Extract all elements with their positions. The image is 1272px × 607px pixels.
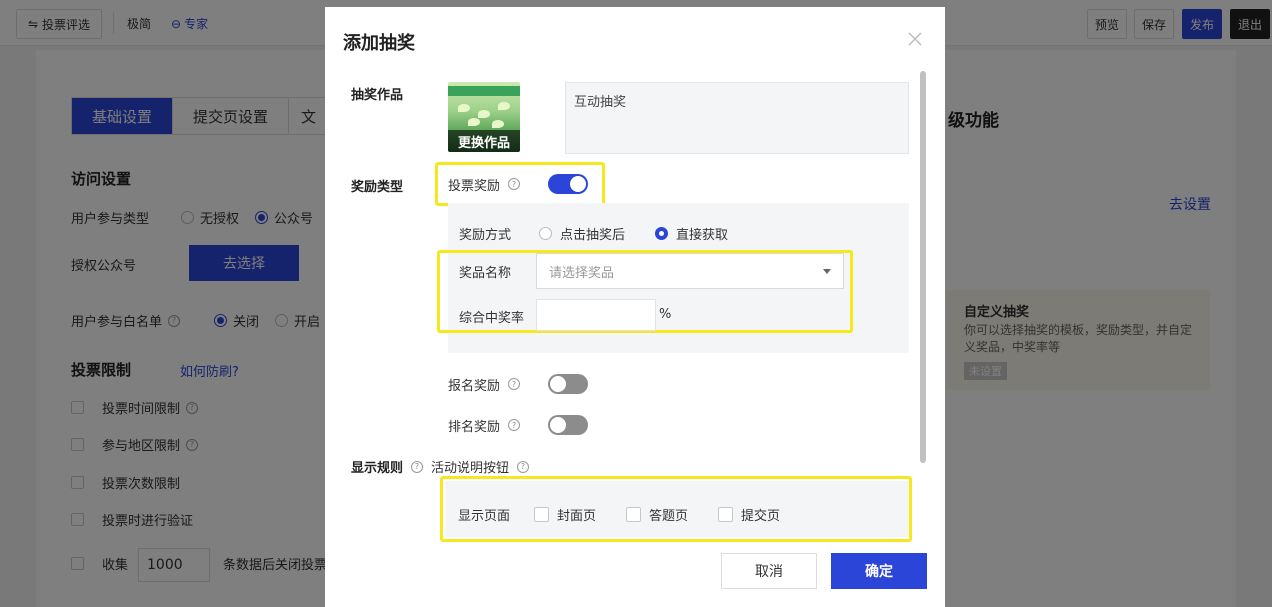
prize-name-label: 奖品名称 bbox=[459, 266, 512, 281]
cover-page-checkbox[interactable] bbox=[534, 507, 550, 522]
close-icon[interactable] bbox=[905, 29, 925, 49]
vote-reward-toggle[interactable] bbox=[548, 174, 589, 194]
rank-reward-toggle[interactable] bbox=[548, 415, 589, 435]
rank-reward-row: 排名奖励 ? bbox=[448, 415, 589, 435]
leaf-decoration bbox=[478, 110, 490, 118]
work-name-textarea[interactable]: 互动抽奖 bbox=[565, 82, 909, 154]
change-work-button[interactable]: 更换作品 bbox=[448, 130, 520, 152]
add-lottery-dialog: 添加抽奖 抽奖作品 更换作品 互动抽奖 奖励类型 投票奖励 ? 奖励方式 点击抽… bbox=[325, 7, 945, 607]
leaf-decoration bbox=[458, 104, 470, 112]
display-page-row: 显示页面 封面页 答题页 提交页 bbox=[458, 507, 781, 524]
display-rules-row: 显示规则 ? 活动说明按钮 ? bbox=[351, 457, 530, 476]
dialog-scrollbar[interactable] bbox=[920, 71, 926, 463]
help-icon: ? bbox=[411, 460, 424, 473]
leaf-decoration bbox=[492, 120, 504, 128]
win-rate-label: 综合中奖率 bbox=[459, 311, 525, 326]
cancel-button[interactable]: 取消 bbox=[721, 553, 817, 589]
help-icon: ? bbox=[517, 460, 530, 473]
reward-method-row: 奖励方式 点击抽奖后 直接获取 bbox=[459, 227, 729, 243]
question-page-checkbox[interactable] bbox=[626, 507, 642, 522]
leaf-decoration bbox=[468, 118, 480, 126]
leaf-decoration bbox=[498, 102, 510, 110]
after-click-radio[interactable] bbox=[539, 227, 553, 240]
direct-get-radio[interactable] bbox=[655, 227, 669, 240]
lottery-work-thumbnail[interactable]: 更换作品 bbox=[448, 82, 520, 152]
submit-page-checkbox[interactable] bbox=[718, 507, 734, 522]
signup-reward-row: 报名奖励 ? bbox=[448, 374, 589, 394]
percent-unit: % bbox=[659, 307, 672, 322]
help-icon: ? bbox=[508, 178, 521, 190]
vote-reward-row: 投票奖励 ? bbox=[448, 174, 589, 194]
confirm-button[interactable]: 确定 bbox=[831, 553, 927, 589]
help-icon: ? bbox=[508, 419, 521, 431]
reward-type-label: 奖励类型 bbox=[351, 180, 404, 195]
win-rate-input[interactable] bbox=[536, 299, 656, 331]
chevron-down-icon bbox=[823, 269, 831, 274]
dialog-title: 添加抽奖 bbox=[343, 33, 415, 54]
help-icon: ? bbox=[508, 378, 521, 390]
prize-select[interactable]: 请选择奖品 bbox=[536, 253, 844, 289]
signup-reward-toggle[interactable] bbox=[548, 374, 589, 394]
thumbnail-banner bbox=[448, 86, 520, 96]
lottery-work-label: 抽奖作品 bbox=[351, 88, 404, 103]
